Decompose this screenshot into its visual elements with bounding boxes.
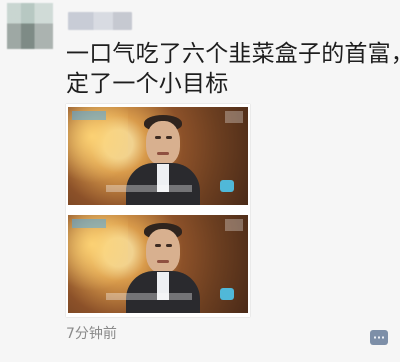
post-text-line-1: 一口气吃了六个韭菜盒子的首富，	[66, 41, 400, 67]
face	[146, 121, 180, 165]
username[interactable]	[68, 12, 132, 30]
station-logo	[225, 219, 243, 231]
tv-logo	[72, 219, 106, 228]
badge-icon	[220, 288, 234, 300]
mouth	[157, 152, 169, 155]
timestamp: 7分钟前	[66, 326, 117, 342]
tv-screenshot-bottom	[68, 215, 248, 313]
avatar[interactable]	[7, 3, 53, 49]
moments-post: 一口气吃了六个韭菜盒子的首富， 定了一个小目标 7分钟前	[0, 0, 400, 362]
comment-icon[interactable]	[370, 330, 388, 345]
eye	[155, 244, 161, 247]
eye	[166, 136, 172, 139]
post-text: 一口气吃了六个韭菜盒子的首富， 定了一个小目标	[66, 39, 400, 99]
face	[146, 229, 180, 273]
comment-dots-icon	[373, 336, 385, 339]
subtitle	[106, 185, 192, 192]
tv-logo	[72, 111, 106, 120]
eye	[166, 244, 172, 247]
mouth	[157, 260, 169, 263]
post-image[interactable]	[66, 104, 250, 317]
post-text-line-2: 定了一个小目标	[66, 71, 229, 97]
tv-screenshot-top	[68, 107, 248, 205]
subtitle	[106, 293, 192, 300]
station-logo	[225, 111, 243, 123]
eye	[155, 136, 161, 139]
badge-icon	[220, 180, 234, 192]
